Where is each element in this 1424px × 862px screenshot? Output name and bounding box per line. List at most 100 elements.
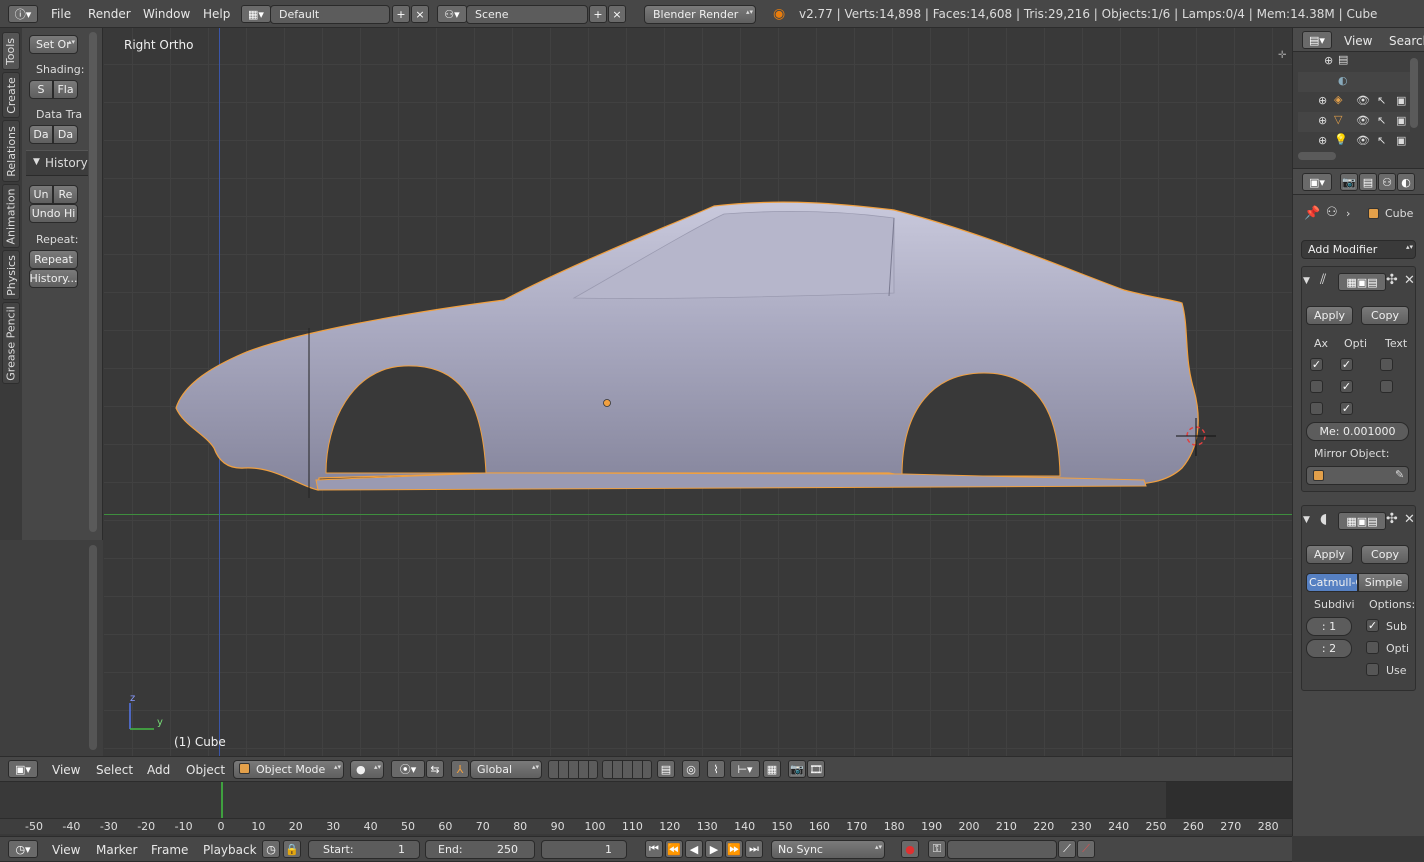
tab-physics[interactable]: Physics [2,250,20,300]
data-transfer-button[interactable]: Da [29,125,53,144]
end-frame-field[interactable]: End: 250 [425,840,535,859]
keying-set-icon[interactable]: ⚿ [928,840,946,858]
layout-field[interactable]: Default [270,5,390,24]
jump-start-icon[interactable]: ⏮ [645,840,663,858]
render-engine-dropdown[interactable]: Blender Render [644,5,756,24]
tool-shelf-scrollbar[interactable] [89,32,97,532]
play-reverse-icon[interactable]: ◀ [685,840,703,858]
play-icon[interactable]: ▶ [705,840,723,858]
tool-shelf-lower-scrollbar[interactable] [89,545,97,750]
viewport-shading-dropdown[interactable]: ● [350,760,384,779]
subsurf-apply-button[interactable]: Apply [1306,545,1353,564]
view-levels-field[interactable]: : 1 [1306,617,1352,636]
outliner-menu-view[interactable]: View [1344,34,1372,48]
start-frame-field[interactable]: Start: 1 [308,840,420,859]
pin-icon[interactable]: 📌 [1304,206,1320,221]
add-scene-icon[interactable]: + [589,5,607,23]
editor-type-icon[interactable]: ▣▾ [8,760,38,778]
pivot-point-icon[interactable]: ⦿▾ [391,760,425,778]
redo-button[interactable]: Re [53,185,78,204]
expand-icon[interactable]: ⊕ [1318,134,1327,147]
proportional-edit-icon[interactable]: ◎ [682,760,700,778]
sync-dropdown[interactable]: No Sync [771,840,885,859]
renderable-camera-icon[interactable]: ▣ [1396,94,1406,107]
simple-toggle[interactable]: Simple [1358,573,1409,592]
scene-icon[interactable]: ⚇▾ [437,5,467,23]
mirror-vertex-groups-checkbox[interactable]: ✓ [1340,402,1353,415]
viewport-menu-object[interactable]: Object [186,763,225,777]
outliner-row-render-layers[interactable]: ⊕ ▤ [1298,52,1410,72]
add-layout-icon[interactable]: + [392,5,410,23]
mirror-remove-icon[interactable]: ✕ [1404,273,1415,288]
timeline-current-frame-marker[interactable] [221,782,223,818]
subsurf-remove-icon[interactable]: ✕ [1404,512,1415,527]
undo-button[interactable]: Un [29,185,53,204]
menu-render[interactable]: Render [88,7,131,21]
visibility-eye-icon[interactable]: 👁 [1356,114,1370,127]
outliner-row-mesh[interactable]: ⊕ ▽ 👁 ↖ ▣ [1298,112,1410,132]
shade-smooth-button[interactable]: S [29,80,53,99]
snap-icon[interactable]: ⌇ [707,760,725,778]
subsurf-move-icon[interactable]: ✣ [1386,511,1398,527]
mirror-clipping-checkbox[interactable]: ✓ [1340,380,1353,393]
selectable-arrow-icon[interactable]: ↖ [1377,114,1386,127]
visibility-eye-icon[interactable]: 👁 [1356,94,1370,107]
mirror-axis-z-checkbox[interactable] [1310,402,1323,415]
tab-tools[interactable]: Tools [2,32,20,70]
expand-icon[interactable]: ⊕ [1318,94,1327,107]
optimal-display-checkbox[interactable] [1366,641,1379,654]
snap-element-icon[interactable]: ⊢▾ [730,760,760,778]
render-layers-tab-icon[interactable]: ▤ [1359,173,1377,191]
render-tab-icon[interactable]: 📷 [1340,173,1358,191]
catmull-clark-toggle[interactable]: Catmull-C [1306,573,1358,592]
repeat-button[interactable]: Repeat [29,250,78,269]
outliner-vscrollbar[interactable] [1410,58,1418,128]
renderable-camera-icon[interactable]: ▣ [1396,114,1406,127]
layer-buttons-2[interactable] [602,760,652,779]
subsurf-copy-button[interactable]: Copy [1361,545,1409,564]
selectable-arrow-icon[interactable]: ↖ [1377,134,1386,147]
outliner-menu-search[interactable]: Search [1389,34,1424,48]
scene-tab-icon[interactable]: ⚇ [1378,173,1396,191]
use-opensubdiv-checkbox[interactable] [1366,663,1379,676]
lock-range-icon[interactable]: 🔒 [283,840,301,858]
remove-scene-icon[interactable]: × [608,5,626,23]
mirror-axis-x-checkbox[interactable]: ✓ [1310,358,1323,371]
info-editor-icon[interactable]: ⓘ▾ [8,5,38,23]
record-icon[interactable]: ● [901,840,919,858]
tab-animation[interactable]: Animation [2,184,20,248]
expand-icon[interactable]: ⊕ [1324,54,1333,67]
outliner-row-camera[interactable]: ⊕ ◈ 👁 ↖ ▣ [1298,92,1410,112]
outliner-row-world[interactable]: ◐ [1298,72,1410,92]
timeline-menu-playback[interactable]: Playback [203,843,257,857]
viewport-menu-view[interactable]: View [52,763,80,777]
remove-layout-icon[interactable]: × [411,5,429,23]
lock-camera-icon[interactable]: ▤ [657,760,675,778]
mirror-move-icon[interactable]: ✣ [1386,272,1398,288]
add-modifier-dropdown[interactable]: Add Modifier [1301,240,1416,259]
jump-keyframe-back-icon[interactable]: ⏪ [665,840,683,858]
tab-create[interactable]: Create [2,72,20,118]
mirror-collapse-icon[interactable]: ▼ [1303,276,1310,286]
subsurf-editmode-icon[interactable]: ▦▣▤ [1338,512,1386,530]
outliner-row-lamp[interactable]: ⊕ 💡 👁 ↖ ▣ [1298,132,1410,152]
viewport-menu-select[interactable]: Select [96,763,133,777]
tab-grease-pencil[interactable]: Grease Pencil [2,302,20,384]
subdivide-uvs-checkbox[interactable]: ✓ [1366,619,1379,632]
renderable-camera-icon[interactable]: ▣ [1396,134,1406,147]
transform-orientation-icon[interactable]: ⅄ [451,760,469,778]
car-mesh[interactable] [104,28,1292,756]
mirror-u-checkbox[interactable] [1380,358,1393,371]
menu-window[interactable]: Window [143,7,190,21]
mirror-merge-checkbox[interactable]: ✓ [1340,358,1353,371]
preview-range-icon[interactable]: ◷ [262,840,280,858]
current-frame-field[interactable]: 1 [541,840,627,859]
undo-history-button[interactable]: Undo Hi [29,204,78,223]
timeline-menu-marker[interactable]: Marker [96,843,137,857]
menu-file[interactable]: File [51,7,71,21]
mirror-editmode-icon[interactable]: ▦▣▤ [1338,273,1386,291]
eyedropper-icon[interactable]: ✎ [1395,468,1404,481]
shade-flat-button[interactable]: Fla [53,80,78,99]
screen-layout-icon[interactable]: ▦▾ [241,5,271,23]
jump-end-icon[interactable]: ⏭ [745,840,763,858]
